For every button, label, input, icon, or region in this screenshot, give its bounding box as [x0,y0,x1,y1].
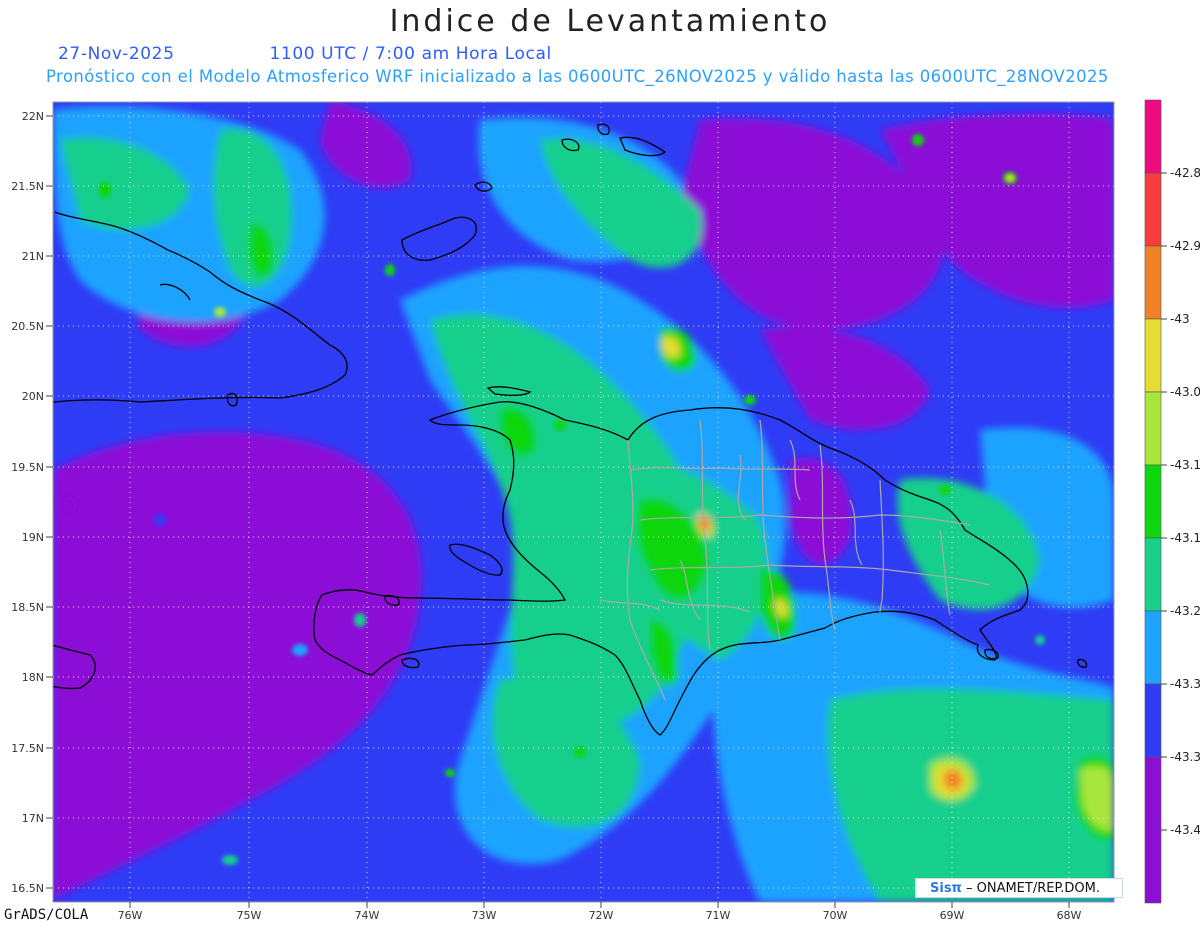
colorbar-swatch [1144,464,1162,539]
lon-label: 72W [589,909,614,922]
colorbar-label: -43.4 [1170,823,1200,837]
lon-label: 74W [355,909,380,922]
colorbar-swatch [1144,391,1162,466]
lon-label: 73W [472,909,497,922]
lat-label: 18.5N [11,601,44,614]
colorbar-swatch [1144,172,1162,247]
lon-label: 75W [237,909,262,922]
colorbar-label: -43.1 [1170,531,1200,545]
colorbar-swatch [1144,318,1162,393]
lat-label: 21N [22,250,44,263]
colorbar-label: -42.9 [1170,239,1200,253]
colorbar-swatch [1144,537,1162,612]
lat-label: 22N [22,110,44,123]
colorbar-label: -43.0 [1170,385,1200,399]
weather-map: 22N 21.5N 21N 20.5N 20N 19.5N 19N 18.5N … [11,99,1200,922]
colorbar-label: -43.3 [1170,750,1200,764]
colorbar-swatch [1144,683,1162,758]
colorbar-swatch [1144,610,1162,685]
colorbar-label: -43.2 [1170,604,1200,618]
colorbar-swatch [1144,756,1162,904]
lat-axis: 22N 21.5N 21N 20.5N 20N 19.5N 19N 18.5N … [11,110,53,895]
colorbar-label: -43.3 [1170,677,1200,691]
colorbar: -42.8 -42.9 -43 -43.0 -43.1 -43.1 -43.2 … [1144,99,1200,904]
lat-label: 20.5N [11,320,44,333]
lon-label: 70W [823,909,848,922]
lat-label: 17.5N [11,742,44,755]
lat-label: 21.5N [11,180,44,193]
lat-label: 16.5N [11,882,44,895]
lat-label: 20N [22,390,44,403]
lon-axis: 76W 75W 74W 73W 72W 71W 70W 69W 68W [118,902,1082,922]
colorbar-swatch [1144,245,1162,320]
lon-label: 68W [1057,909,1082,922]
source-badge: Sisπ – ONAMET/REP.DOM. [915,878,1123,898]
colorbar-label: -43.1 [1170,458,1200,472]
lon-label: 71W [706,909,731,922]
lat-label: 19.5N [11,461,44,474]
lon-label: 69W [940,909,965,922]
colorbar-label: -42.8 [1170,166,1200,180]
colorbar-swatch [1144,99,1162,174]
lat-label: 19N [22,531,44,544]
colorbar-label: -43 [1170,312,1190,326]
badge-brand: Sisπ [930,881,962,896]
lat-label: 17N [22,812,44,825]
badge-text: – ONAMET/REP.DOM. [965,881,1101,896]
lat-label: 18N [22,671,44,684]
grads-credit: GrADS/COLA [4,907,89,923]
shaded-field [53,102,1114,902]
lon-label: 76W [118,909,143,922]
